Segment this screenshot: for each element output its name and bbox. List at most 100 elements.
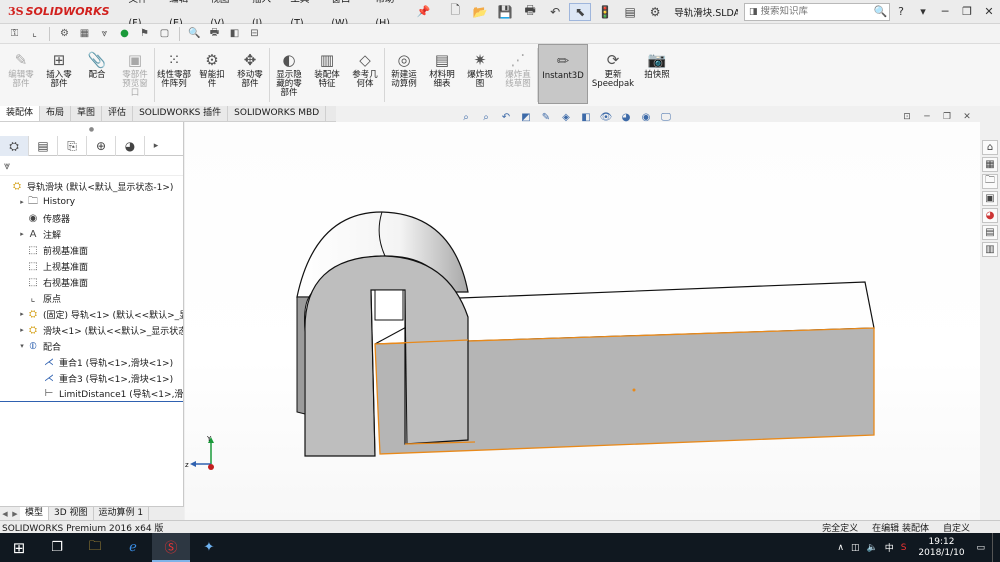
design-library-icon[interactable]: ▦: [982, 157, 998, 172]
tree-node[interactable]: ⬚ 右视基准面: [0, 274, 183, 290]
print-icon[interactable]: 🖶: [519, 3, 541, 21]
location-pin-icon[interactable]: ●: [116, 26, 133, 42]
tree-node[interactable]: ▸ 🗀 History: [0, 194, 183, 210]
solidworks-logo[interactable]: 3S SOLIDWORKS: [0, 0, 110, 24]
windows-start-icon[interactable]: ⊞: [0, 533, 38, 562]
printer-icon[interactable]: 🖶: [206, 26, 223, 42]
tree-node[interactable]: ⛭ 导轨滑块 (默认<默认_显示状态-1>): [0, 178, 183, 194]
command-tab[interactable]: 评估: [102, 106, 134, 121]
mirror-icon[interactable]: ⊟: [246, 26, 263, 42]
pin-menu-icon[interactable]: 📌: [416, 5, 430, 18]
file-properties-icon[interactable]: ▤: [619, 3, 641, 21]
tree-node[interactable]: ⬚ 前视基准面: [0, 242, 183, 258]
dimxpert-manager-tab-icon[interactable]: ⊕: [87, 136, 116, 156]
funnel-icon[interactable]: ⩔: [96, 26, 113, 42]
custom-properties-icon[interactable]: ▤: [982, 225, 998, 240]
ribbon-button-bom[interactable]: ▤ 材料明 细表: [423, 44, 461, 104]
task-view-icon[interactable]: ❐: [38, 533, 76, 562]
edge-browser-icon[interactable]: ℯ: [114, 533, 152, 562]
model-tab[interactable]: 模型: [20, 507, 50, 520]
tree-node[interactable]: ⋌ 重合3 (导轨<1>,滑块<1>): [0, 370, 183, 386]
view-palette-icon[interactable]: ▣: [982, 191, 998, 206]
key-icon[interactable]: ⚿: [6, 26, 23, 42]
rebuild-icon[interactable]: 🚦: [594, 3, 616, 21]
ribbon-button-instant3d[interactable]: ✏ Instant3D: [538, 44, 588, 104]
tab-scroll-right-icon[interactable]: ▶: [10, 510, 20, 518]
tree-node[interactable]: ▸⛭ 滑块<1> (默认<<默认>_显示状态 1>: [0, 322, 183, 338]
command-tab[interactable]: 草图: [71, 106, 103, 121]
network-icon[interactable]: ◫: [851, 543, 860, 553]
graphics-area[interactable]: Y z: [185, 122, 980, 520]
undo-icon[interactable]: ↶: [544, 3, 566, 21]
ribbon-button-move-component[interactable]: ✥ 移动零 部件: [231, 44, 269, 104]
close-icon[interactable]: ✕: [978, 0, 1000, 24]
select-arrow-icon[interactable]: ⬉: [569, 2, 592, 21]
flag-icon[interactable]: ⚑: [136, 26, 153, 42]
tree-node[interactable]: ▸ ⛭ (固定) 导轨<1> (默认<<默认>_显示: [0, 306, 183, 322]
search-input[interactable]: [760, 6, 871, 17]
file-explorer-icon[interactable]: 🗀: [982, 174, 998, 189]
ribbon-button-mate[interactable]: 📎 配合: [78, 44, 116, 104]
ribbon-button-component-preview[interactable]: ▣ 零部件 预览窗 口: [116, 44, 154, 104]
ribbon-button-reference-geometry[interactable]: ◇ 参考几 何体: [346, 44, 384, 104]
more-tabs-icon[interactable]: ▸: [145, 136, 167, 155]
command-tab[interactable]: SOLIDWORKS 插件: [133, 106, 229, 121]
component-icon[interactable]: ◧: [226, 26, 243, 42]
tree-node[interactable]: ▾ ⦶ 配合: [0, 338, 183, 354]
volume-icon[interactable]: 🔈: [867, 543, 878, 553]
taskbar-clock[interactable]: 19:12 2018/1/10: [913, 537, 969, 559]
open-icon[interactable]: 📂: [469, 3, 491, 21]
restore-icon[interactable]: ❐: [956, 0, 978, 24]
ribbon-button-snapshot[interactable]: 📷 拍快照: [638, 44, 676, 104]
corner-icon[interactable]: ⌞: [26, 26, 43, 42]
feature-manager-tab-icon[interactable]: ⛭: [0, 136, 29, 156]
home-icon[interactable]: ⌂: [982, 140, 998, 155]
display-manager-tab-icon[interactable]: ◕: [116, 136, 145, 156]
tree-node[interactable]: ⊢ LimitDistance1 (导轨<1>,滑块<: [0, 386, 183, 402]
ime-indicator[interactable]: 中: [885, 541, 894, 554]
app-taskbar-icon[interactable]: ✦: [190, 533, 228, 562]
appearances-icon[interactable]: ◕: [982, 208, 998, 223]
command-tab[interactable]: 装配体: [0, 106, 41, 121]
ribbon-button-insert-component[interactable]: ⊞ 插入零 部件: [40, 44, 78, 104]
filter-icon[interactable]: ⩔: [4, 159, 10, 173]
notification-icon[interactable]: ▭: [976, 543, 985, 553]
tree-node[interactable]: ◉ 传感器: [0, 210, 183, 226]
tree-node[interactable]: ▸ A 注解: [0, 226, 183, 242]
expand-arrow-icon[interactable]: ▸: [18, 198, 26, 206]
ribbon-button-linear-pattern[interactable]: ⁙ 线性零部 件阵列: [155, 44, 193, 104]
help-icon[interactable]: ?: [890, 0, 912, 24]
panel-grip[interactable]: ●: [0, 122, 183, 136]
command-tab[interactable]: SOLIDWORKS MBD: [228, 106, 327, 121]
minimize-icon[interactable]: ─: [934, 0, 956, 24]
search-knowledge-box[interactable]: ◨ 🔍: [744, 2, 890, 21]
forum-icon[interactable]: ▥: [982, 242, 998, 257]
ribbon-button-explode-line[interactable]: ⋰ 爆炸直 线草图: [499, 44, 537, 104]
show-desktop-button[interactable]: [992, 533, 996, 562]
ribbon-button-assembly-feature[interactable]: ▥ 装配体 特征: [308, 44, 346, 104]
ime-app-icon[interactable]: S: [901, 543, 907, 553]
configuration-manager-tab-icon[interactable]: ⎘: [58, 136, 87, 156]
file-explorer-taskbar-icon[interactable]: 🗀: [76, 533, 114, 562]
search-scope-icon[interactable]: ◨: [749, 7, 758, 17]
ribbon-button-show-hidden[interactable]: ◐ 显示隐 藏的零 部件: [270, 44, 308, 104]
model-tab[interactable]: 3D 视图: [49, 507, 94, 520]
ribbon-button-smart-fastener[interactable]: ⚙ 智能扣 件: [193, 44, 231, 104]
solidworks-taskbar-icon[interactable]: Ⓢ: [152, 533, 190, 562]
save-icon[interactable]: 💾: [494, 3, 516, 21]
ribbon-button-motion-study[interactable]: ◎ 新建运 动算例: [385, 44, 423, 104]
new-document-icon[interactable]: 🗋: [444, 3, 466, 21]
expand-arrow-icon[interactable]: ▸: [18, 310, 26, 318]
zoom-icon[interactable]: 🔍: [186, 26, 203, 42]
command-tab[interactable]: 布局: [40, 106, 72, 121]
search-icon[interactable]: 🔍: [874, 5, 888, 18]
cube-icon[interactable]: ▢: [156, 26, 173, 42]
settings-gear-icon[interactable]: ⚙: [56, 26, 73, 42]
ribbon-button-edit-component[interactable]: ✎ 编辑零 部件: [2, 44, 40, 104]
tab-scroll-left-icon[interactable]: ◀: [0, 510, 10, 518]
expand-arrow-icon[interactable]: ▸: [18, 230, 26, 238]
expand-arrow-icon[interactable]: ▸: [18, 326, 26, 334]
ribbon-button-exploded-view[interactable]: ✷ 爆炸视 图: [461, 44, 499, 104]
help-dropdown-icon[interactable]: ▾: [912, 0, 934, 24]
assembly-3d-view[interactable]: [185, 122, 980, 520]
